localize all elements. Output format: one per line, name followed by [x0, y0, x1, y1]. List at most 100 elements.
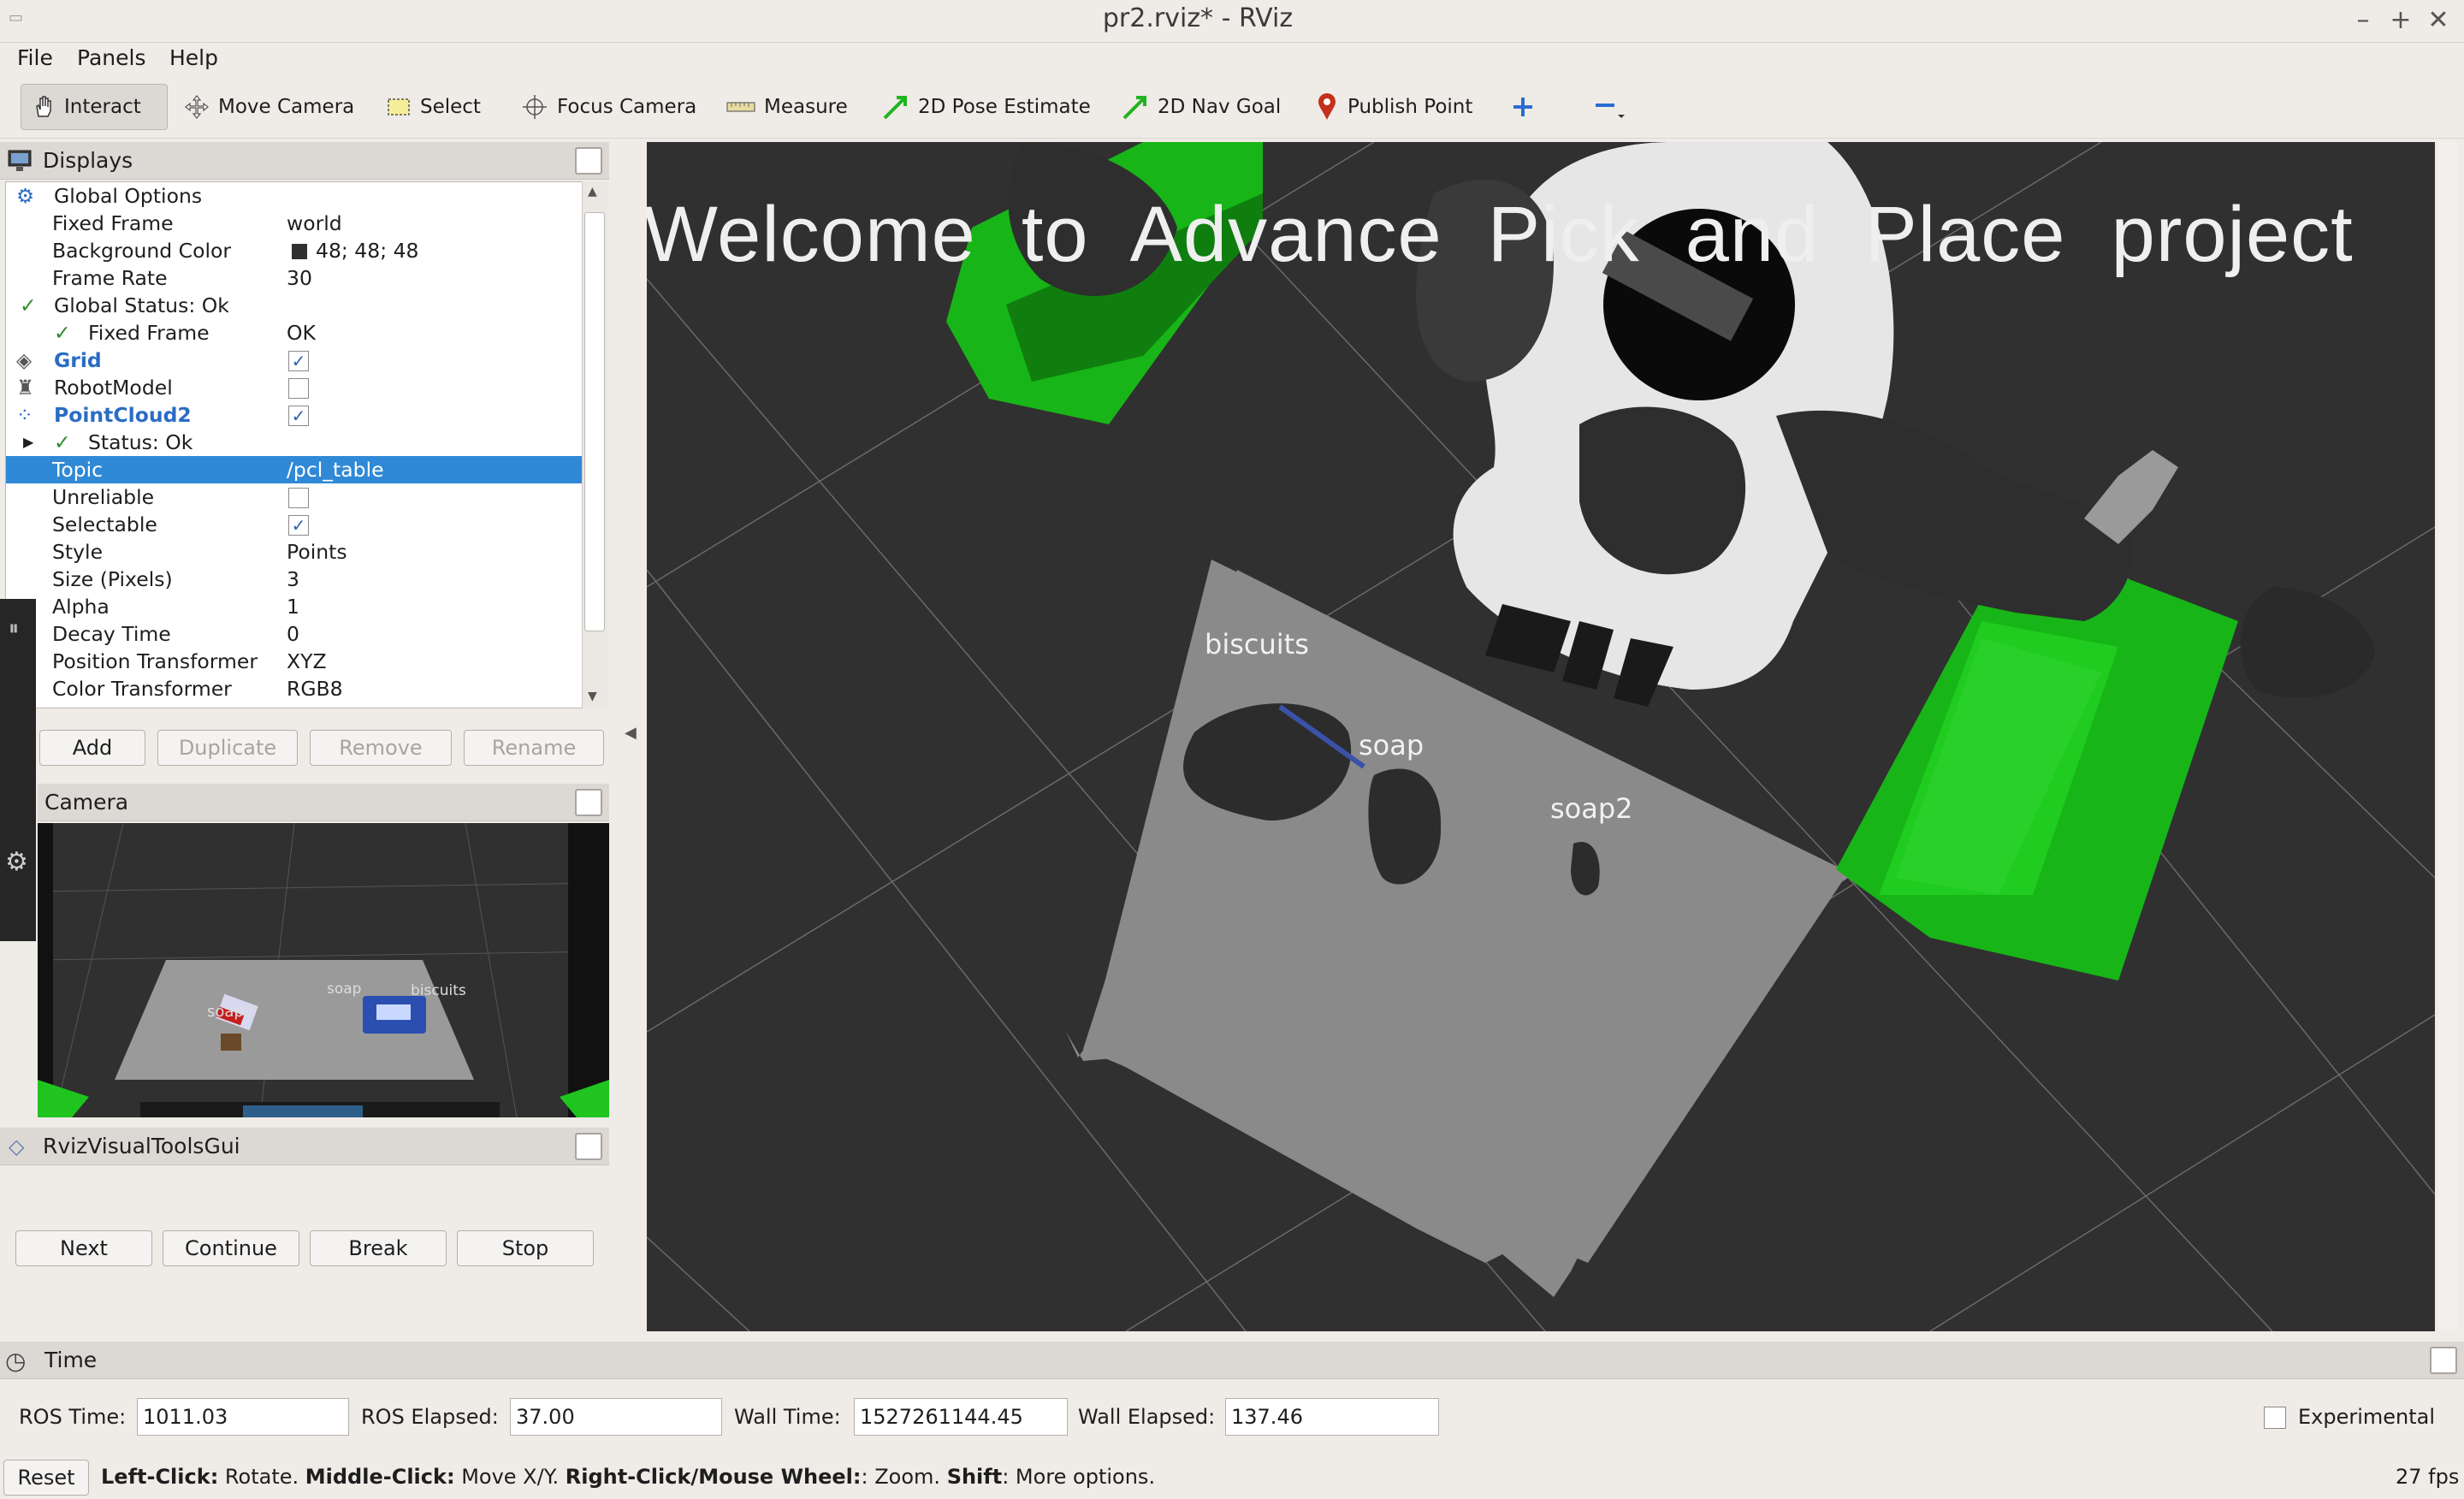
menu-panels[interactable]: Panels — [77, 43, 145, 74]
scroll-up-icon[interactable]: ▲ — [588, 185, 597, 198]
tree-row[interactable]: ▶ ✓ Status: Ok — [6, 429, 583, 456]
row-value[interactable]: Points — [287, 538, 347, 566]
camera-float-button[interactable] — [575, 789, 602, 816]
robotmodel-checkbox[interactable] — [288, 378, 309, 399]
ruler-icon — [726, 102, 755, 112]
row-value[interactable]: 1 — [287, 593, 299, 620]
row-key: Frame Rate — [52, 266, 168, 290]
tree-row[interactable]: Color Transformer RGB8 — [6, 675, 583, 702]
pose-estimate-tool[interactable]: 2D Pose Estimate — [873, 84, 1100, 130]
camera-view[interactable]: soap2 soap biscuits — [38, 823, 609, 1117]
selectable-checkbox[interactable]: ✓ — [288, 515, 309, 536]
focus-camera-tool[interactable]: Focus Camera — [512, 84, 706, 130]
tree-row[interactable]: ⁘ PointCloud2 ✓ — [6, 401, 583, 429]
scroll-down-icon[interactable]: ▼ — [588, 690, 597, 703]
settings-gear-icon[interactable]: ⚙ — [5, 847, 28, 877]
interact-label: Interact — [64, 96, 141, 118]
collapse-left-icon[interactable]: ◀ — [625, 724, 637, 742]
hint-text: : More options. — [1002, 1465, 1156, 1489]
3d-viewport[interactable]: Welcome to Advance Pick and Place projec… — [647, 142, 2435, 1331]
displays-scrollbar[interactable]: ▲ ▼ — [582, 181, 607, 708]
pose-estimate-label: 2D Pose Estimate — [918, 96, 1091, 118]
stop-button[interactable]: Stop — [457, 1230, 594, 1266]
visual-tools-float-button[interactable] — [575, 1133, 602, 1160]
camera-label-soap2: soap2 — [207, 1003, 254, 1021]
reset-button[interactable]: Reset — [3, 1460, 89, 1496]
pause-icon[interactable]: ⏸ — [9, 616, 19, 640]
row-value[interactable]: /pcl_table — [287, 456, 384, 483]
tree-row[interactable]: Size (Pixels) 3 — [6, 566, 583, 593]
displays-tree[interactable]: ⚙ Global Options Fixed Frame world Backg… — [5, 181, 583, 708]
row-value[interactable]: RGB8 — [287, 675, 343, 702]
wall-time-label: Wall Time: — [734, 1405, 841, 1429]
tree-row[interactable]: Selectable ✓ — [6, 511, 583, 538]
check-icon: ✓ — [54, 321, 71, 345]
row-value[interactable]: world — [287, 210, 342, 237]
experimental-checkbox[interactable] — [2264, 1407, 2286, 1429]
hint-text: : Zoom. — [861, 1465, 947, 1489]
tree-row[interactable]: ✓ Global Status: Ok — [6, 292, 583, 319]
label-soap2: soap2 — [1550, 792, 1633, 825]
grid-checkbox[interactable]: ✓ — [288, 351, 309, 371]
tree-row[interactable]: ✓ Fixed Frame OK — [6, 319, 583, 347]
row-key: Fixed Frame — [88, 321, 210, 345]
remove-display-button[interactable]: Remove — [310, 730, 452, 766]
maximize-icon[interactable]: + — [2384, 3, 2418, 38]
time-float-button[interactable] — [2430, 1347, 2457, 1374]
measure-tool[interactable]: Measure — [717, 84, 857, 130]
tree-row[interactable]: ◈ Grid ✓ — [6, 347, 583, 374]
tree-row[interactable]: Position Transformer XYZ — [6, 648, 583, 675]
hint-left-click: Left-Click: — [101, 1465, 219, 1489]
break-button[interactable]: Break — [310, 1230, 447, 1266]
wall-elapsed-field[interactable]: 137.46 — [1225, 1398, 1439, 1436]
row-value[interactable]: 3 — [287, 566, 299, 593]
add-tool-button[interactable] — [1501, 84, 1545, 130]
row-key: Status: Ok — [88, 430, 193, 454]
nav-goal-tool[interactable]: 2D Nav Goal — [1112, 84, 1290, 130]
ros-elapsed-field[interactable]: 37.00 — [510, 1398, 722, 1436]
tree-row[interactable]: Unreliable — [6, 483, 583, 511]
select-tool[interactable]: Select — [376, 84, 490, 130]
menu-file[interactable]: File — [17, 43, 53, 74]
tree-row[interactable]: Background Color 48; 48; 48 — [6, 237, 583, 264]
displays-float-button[interactable] — [575, 147, 602, 175]
expand-arrow-icon[interactable]: ▶ — [23, 429, 33, 456]
menu-help[interactable]: Help — [169, 43, 218, 74]
publish-point-tool[interactable]: Publish Point — [1306, 84, 1482, 130]
row-key: Position Transformer — [52, 649, 258, 673]
tree-row[interactable]: Alpha 1 — [6, 593, 583, 620]
tree-row[interactable]: Fixed Frame world — [6, 210, 583, 237]
close-icon[interactable]: ✕ — [2421, 3, 2455, 38]
title-bar: ▭ pr2.rviz* - RViz – + ✕ — [0, 0, 2464, 43]
duplicate-display-button[interactable]: Duplicate — [157, 730, 298, 766]
interact-tool[interactable]: Interact — [21, 84, 168, 130]
rename-display-button[interactable]: Rename — [464, 730, 604, 766]
ros-time-field[interactable]: 1011.03 — [137, 1398, 349, 1436]
window-title: pr2.rviz* - RViz — [1102, 3, 1294, 33]
row-value[interactable]: 48; 48; 48 — [316, 237, 418, 264]
add-display-button[interactable]: Add — [39, 730, 145, 766]
tree-row[interactable]: Style Points — [6, 538, 583, 566]
unreliable-checkbox[interactable] — [288, 488, 309, 508]
welcome-banner: Welcome to Advance Pick and Place projec… — [647, 191, 2354, 278]
move-camera-tool[interactable]: Move Camera — [175, 84, 364, 130]
remove-tool-button[interactable] — [1583, 84, 1636, 130]
tree-row[interactable]: ⚙ Global Options — [6, 182, 583, 210]
row-value[interactable]: XYZ — [287, 648, 327, 675]
row-value[interactable]: 30 — [287, 264, 312, 292]
camera-label-soap: soap — [327, 981, 362, 998]
tree-row[interactable]: Decay Time 0 — [6, 620, 583, 648]
tree-row[interactable]: ♜ RobotModel — [6, 374, 583, 401]
minimize-icon[interactable]: – — [2346, 3, 2380, 38]
next-button[interactable]: Next — [15, 1230, 152, 1266]
tree-row-selected[interactable]: Topic /pcl_table — [6, 456, 583, 483]
fps-readout: 27 fps — [2396, 1465, 2460, 1489]
ros-elapsed-label: ROS Elapsed: — [361, 1405, 499, 1429]
scroll-thumb[interactable] — [584, 212, 605, 631]
hint-text: Rotate. — [218, 1465, 305, 1489]
wall-time-field[interactable]: 1527261144.45 — [854, 1398, 1068, 1436]
pointcloud-checkbox[interactable]: ✓ — [288, 406, 309, 426]
row-value[interactable]: 0 — [287, 620, 299, 648]
continue-button[interactable]: Continue — [163, 1230, 299, 1266]
tree-row[interactable]: Frame Rate 30 — [6, 264, 583, 292]
